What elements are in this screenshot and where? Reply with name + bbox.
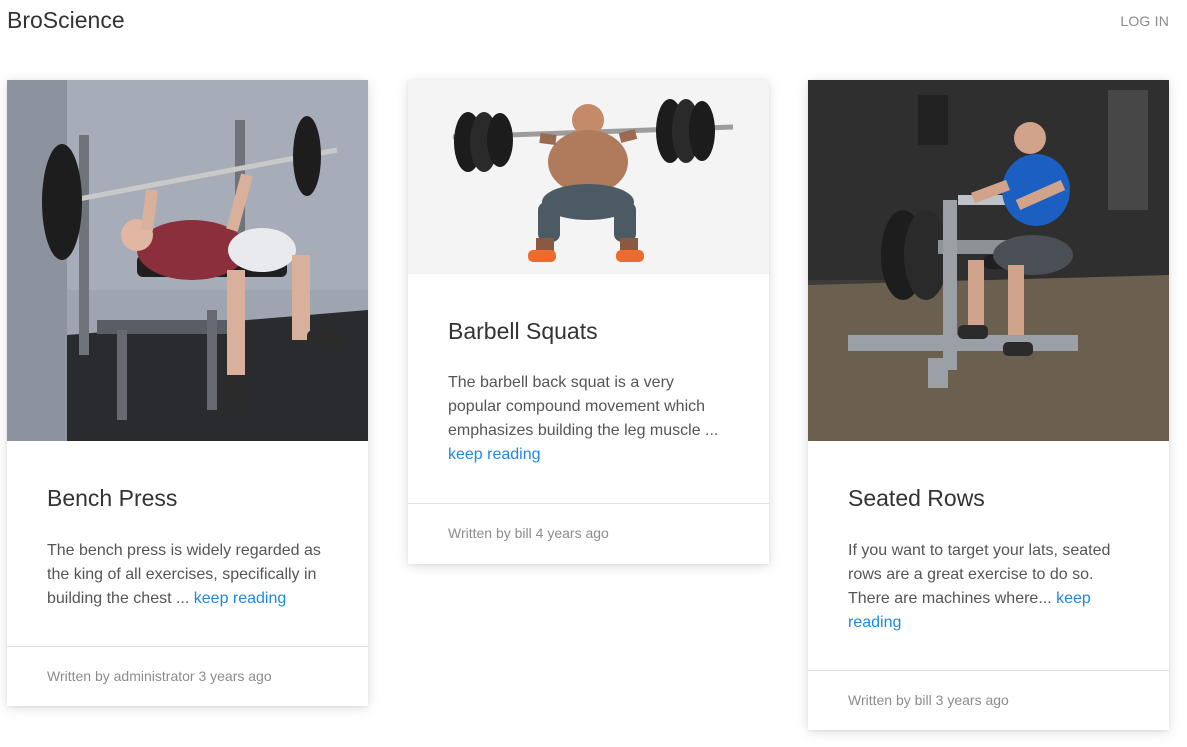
post-card: Bench Press The bench press is widely re… (7, 80, 368, 706)
keep-reading-link[interactable]: keep reading (448, 446, 541, 463)
post-excerpt: The bench press is widely regarded as th… (47, 539, 328, 611)
post-image[interactable] (808, 80, 1169, 441)
post-footer: Written by bill 4 years ago (408, 503, 769, 564)
post-image[interactable] (7, 80, 368, 441)
site-brand[interactable]: BroScience (7, 7, 125, 34)
post-footer: Written by bill 3 years ago (808, 670, 1169, 730)
post-body: Bench Press The bench press is widely re… (7, 485, 368, 611)
post-body: Seated Rows If you want to target your l… (808, 485, 1169, 635)
post-card: Seated Rows If you want to target your l… (808, 80, 1169, 730)
post-title[interactable]: Seated Rows (848, 485, 1129, 512)
post-excerpt: If you want to target your lats, seated … (848, 539, 1129, 635)
post-title[interactable]: Bench Press (47, 485, 328, 512)
navbar: BroScience LOG IN (0, 0, 1187, 40)
login-link[interactable]: LOG IN (1120, 13, 1169, 29)
post-body: Barbell Squats The barbell back squat is… (408, 318, 769, 467)
post-excerpt-text: The barbell back squat is a very popular… (448, 374, 719, 439)
post-excerpt: The barbell back squat is a very popular… (448, 371, 729, 467)
post-meta: Written by bill 3 years ago (848, 692, 1009, 708)
post-footer: Written by administrator 3 years ago (7, 646, 368, 706)
post-meta: Written by administrator 3 years ago (47, 668, 272, 684)
post-title[interactable]: Barbell Squats (448, 318, 729, 345)
post-image[interactable] (408, 80, 769, 274)
keep-reading-link[interactable]: keep reading (194, 590, 287, 607)
post-meta: Written by bill 4 years ago (448, 525, 609, 541)
post-card: Barbell Squats The barbell back squat is… (408, 80, 769, 564)
